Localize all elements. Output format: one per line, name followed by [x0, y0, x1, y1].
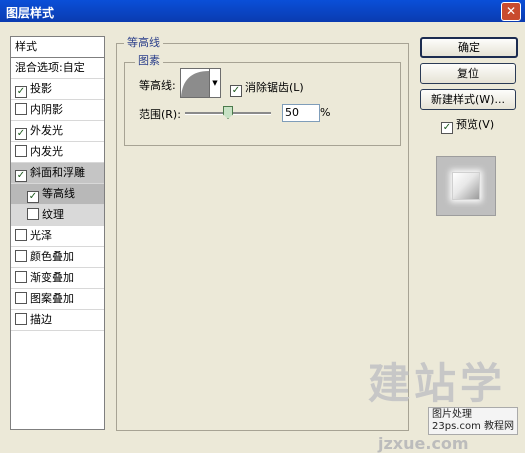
style-item-color-overlay[interactable]: 颜色叠加	[11, 247, 104, 268]
style-item-label: 内阴影	[30, 103, 63, 116]
preview-option[interactable]: ✓ 预览(V)	[441, 116, 494, 134]
style-item-label: 纹理	[42, 208, 64, 221]
range-input[interactable]: 50	[282, 104, 320, 122]
style-item-label: 图案叠加	[30, 292, 74, 305]
style-item-satin[interactable]: 光泽	[11, 226, 104, 247]
window-title: 图层样式	[6, 6, 55, 20]
check-icon[interactable]: ✓	[15, 170, 27, 182]
style-item-drop-shadow[interactable]: ✓ 投影	[11, 79, 104, 100]
watermark-badge: 图片处理 23ps.com 教程网	[428, 407, 518, 435]
checkbox-empty[interactable]	[15, 103, 27, 115]
checkbox-empty[interactable]	[15, 292, 27, 304]
style-item-inner-glow[interactable]: 内发光	[11, 142, 104, 163]
title-bar: 图层样式 ✕	[0, 0, 525, 22]
style-item-label: 内发光	[30, 145, 63, 158]
watermark-logo: 建站学	[368, 359, 507, 408]
elements-groupbox	[124, 62, 401, 146]
style-item-label: 外发光	[30, 124, 63, 137]
blend-options-item[interactable]: 混合选项:自定	[11, 58, 104, 79]
style-list-header[interactable]: 样式	[11, 37, 104, 58]
style-item-label: 斜面和浮雕	[30, 166, 85, 179]
style-item-contour[interactable]: ✓ 等高线	[11, 184, 104, 205]
style-list: 样式 混合选项:自定 ✓ 投影 内阴影 ✓ 外发光 内发光 ✓ 斜面和浮雕 ✓ 等高线 …	[10, 36, 105, 430]
style-item-label: 描边	[30, 313, 52, 326]
style-item-pattern-overlay[interactable]: 图案叠加	[11, 289, 104, 310]
style-item-outer-glow[interactable]: ✓ 外发光	[11, 121, 104, 142]
checkbox-empty[interactable]	[27, 208, 39, 220]
check-icon[interactable]: ✓	[15, 128, 27, 140]
ok-button[interactable]: 确定	[420, 37, 518, 58]
check-icon[interactable]: ✓	[27, 191, 39, 203]
checkbox-empty[interactable]	[15, 145, 27, 157]
contour-label: 等高线:	[139, 79, 176, 92]
style-item-bevel-emboss[interactable]: ✓ 斜面和浮雕	[11, 163, 104, 184]
style-item-label: 光泽	[30, 229, 52, 242]
check-icon[interactable]: ✓	[441, 122, 453, 134]
style-preview	[436, 156, 496, 216]
contour-curve-icon	[181, 71, 209, 97]
checkbox-empty[interactable]	[15, 271, 27, 283]
style-item-gradient-overlay[interactable]: 渐变叠加	[11, 268, 104, 289]
checkbox-empty[interactable]	[15, 229, 27, 241]
new-style-button[interactable]: 新建样式(W)...	[420, 89, 516, 110]
check-icon[interactable]: ✓	[15, 86, 27, 98]
watermark-line1: 图片处理	[432, 409, 472, 420]
contour-groupbox-title: 等高线	[124, 34, 163, 50]
antialias-label: 消除锯齿(L)	[245, 81, 304, 94]
elements-groupbox-title: 图素	[135, 52, 163, 68]
style-item-texture[interactable]: 纹理	[11, 205, 104, 226]
watermark-line2: 23ps.com 教程网	[432, 421, 514, 432]
percent-sign: %	[320, 106, 331, 119]
contour-dropdown-button[interactable]: ▼	[209, 68, 221, 98]
check-icon[interactable]: ✓	[230, 85, 242, 97]
checkbox-empty[interactable]	[15, 250, 27, 262]
style-item-label: 投影	[30, 82, 52, 95]
preview-label: 预览(V)	[456, 118, 495, 131]
checkbox-empty[interactable]	[15, 313, 27, 325]
antialias-option[interactable]: ✓ 消除锯齿(L)	[230, 79, 304, 97]
dialog-body: 样式 混合选项:自定 ✓ 投影 内阴影 ✓ 外发光 内发光 ✓ 斜面和浮雕 ✓ 等高线 …	[0, 22, 525, 453]
close-button[interactable]: ✕	[501, 2, 521, 21]
contour-picker[interactable]	[180, 68, 210, 98]
range-label: 范围(R):	[139, 108, 181, 121]
style-item-stroke[interactable]: 描边	[11, 310, 104, 331]
style-item-inner-shadow[interactable]: 内阴影	[11, 100, 104, 121]
style-item-label: 等高线	[42, 187, 75, 200]
watermark-url: jzxue.com	[378, 434, 469, 453]
preview-swatch	[452, 172, 480, 200]
style-item-label: 渐变叠加	[30, 271, 74, 284]
reset-button[interactable]: 复位	[420, 63, 516, 84]
style-item-label: 颜色叠加	[30, 250, 74, 263]
